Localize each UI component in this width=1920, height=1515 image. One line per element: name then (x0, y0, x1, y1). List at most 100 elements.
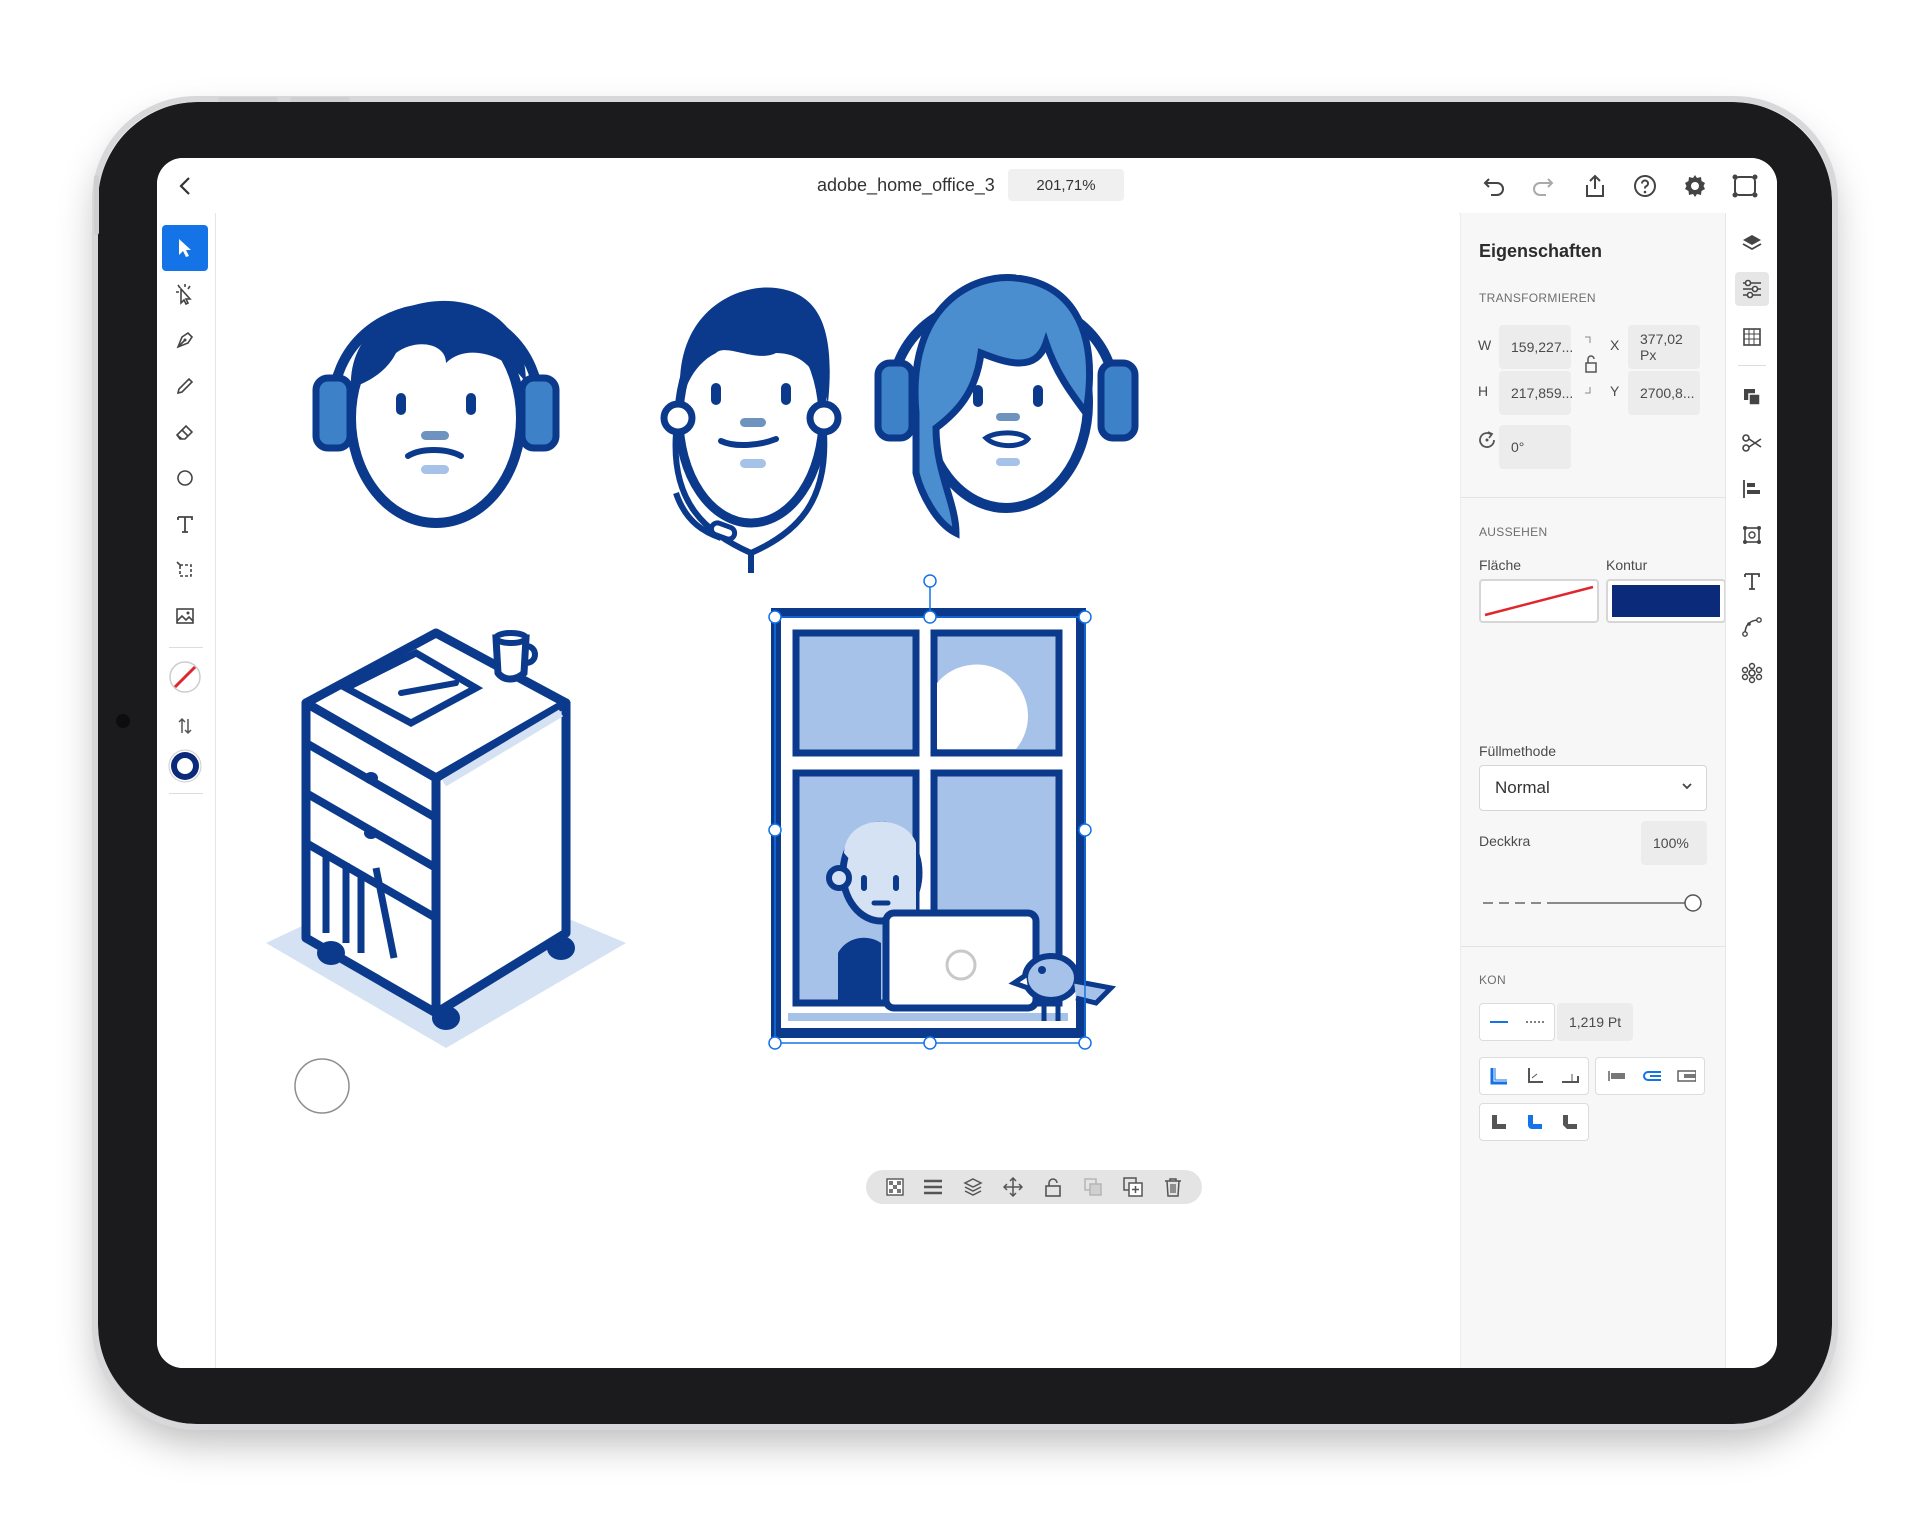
appearance-section-title: AUSSEHEN (1479, 525, 1548, 539)
trash-icon[interactable] (1161, 1175, 1185, 1199)
stroke-weight-field[interactable]: 1,219 Pt (1557, 1003, 1633, 1041)
layers-icon[interactable] (1735, 226, 1769, 260)
section-divider (1461, 497, 1726, 498)
context-task-bar (866, 1170, 1202, 1204)
tools-toolbar (157, 213, 216, 1368)
panel-title: Eigenschaften (1479, 241, 1603, 261)
back-chevron-icon[interactable] (171, 172, 199, 200)
undo-icon[interactable] (1479, 171, 1509, 201)
pathfinder-icon[interactable] (1735, 380, 1769, 414)
top-bar: adobe_home_office_3 201,71% (157, 158, 1777, 214)
headphones-man-illustration (312, 300, 560, 528)
stroke-color-fill (1612, 585, 1720, 617)
illustration-artwork (266, 273, 1139, 1114)
direct-selection-tool-icon[interactable] (162, 271, 208, 317)
opacity-label: Deckkra (1479, 833, 1531, 849)
properties-icon[interactable] (1735, 272, 1769, 306)
transform-icon[interactable] (1735, 518, 1769, 552)
crop-tool-icon[interactable] (162, 547, 208, 593)
help-icon[interactable] (1630, 171, 1660, 201)
stroke-swatch-icon[interactable] (162, 743, 208, 789)
transparency-grid-icon[interactable] (883, 1175, 907, 1199)
pen-tool-icon[interactable] (162, 317, 208, 363)
shape-tool-icon[interactable] (162, 455, 208, 501)
x-field[interactable]: 377,02 Px (1628, 325, 1700, 369)
rotation-field[interactable]: 0° (1499, 425, 1571, 469)
zoom-level[interactable]: 201,71% (1008, 169, 1124, 201)
toolbar-divider (169, 647, 203, 648)
blend-mode-select[interactable]: Normal (1479, 765, 1707, 811)
duplicate-disabled-icon (1081, 1175, 1105, 1199)
front-camera (116, 714, 130, 728)
repeat-icon[interactable] (1735, 656, 1769, 690)
move-icon[interactable] (1001, 1175, 1025, 1199)
app-screen: adobe_home_office_3 201,71% Eigenschafte… (157, 158, 1777, 1368)
opacity-field[interactable]: 100% (1641, 821, 1707, 865)
scissors-icon[interactable] (1735, 426, 1769, 460)
height-field[interactable]: 217,859... (1499, 371, 1573, 415)
artboard-canvas[interactable] (216, 213, 1459, 1368)
cap-round-icon[interactable] (1634, 1058, 1668, 1094)
proportion-lock-icon[interactable] (1582, 335, 1597, 395)
touch-shortcut-button (294, 1058, 350, 1114)
panel-rail (1725, 213, 1777, 1368)
x-label: X (1610, 337, 1620, 353)
join-bevel-icon[interactable] (1553, 1104, 1587, 1140)
power-button (94, 175, 99, 235)
width-label: W (1478, 337, 1492, 353)
cap-square-icon[interactable] (1669, 1058, 1703, 1094)
height-label: H (1478, 383, 1489, 399)
window-illustration (771, 608, 1117, 1038)
lock-icon[interactable] (1041, 1175, 1065, 1199)
settings-icon[interactable] (1680, 171, 1710, 201)
chevron-down-icon (1680, 778, 1694, 798)
section-divider (1461, 946, 1726, 947)
rotate-icon (1476, 429, 1498, 451)
blend-mode-value: Normal (1495, 778, 1550, 797)
fill-none-swatch[interactable] (1479, 579, 1599, 623)
join-round-icon[interactable] (1518, 1104, 1552, 1140)
share-icon[interactable] (1580, 171, 1610, 201)
arrange-layers-icon[interactable] (961, 1175, 985, 1199)
stroke-label: Kontur (1606, 557, 1648, 573)
solid-stroke-icon[interactable] (1482, 1004, 1516, 1040)
volume-button (290, 97, 350, 102)
document-title[interactable]: adobe_home_office_3 (817, 175, 995, 196)
toolbar-divider (169, 793, 203, 794)
join-miter-icon[interactable] (1482, 1104, 1516, 1140)
duplicate-icon[interactable] (1121, 1175, 1145, 1199)
path-icon[interactable] (1735, 610, 1769, 644)
stroke-inside-icon[interactable] (1482, 1058, 1516, 1094)
cloud-sync-icon[interactable] (1730, 171, 1760, 201)
grid-icon[interactable] (1735, 320, 1769, 354)
y-label: Y (1610, 383, 1620, 399)
contour-section-title: KON (1479, 973, 1506, 987)
y-field[interactable]: 2700,8... (1628, 371, 1700, 415)
type-panel-icon[interactable] (1735, 564, 1769, 598)
dashed-stroke-icon[interactable] (1518, 1004, 1552, 1040)
properties-panel: Eigenschaften TRANSFORMIEREN W 159,227..… (1460, 213, 1726, 1368)
redo-icon[interactable] (1528, 171, 1558, 201)
fill-none-swatch-icon[interactable] (162, 654, 208, 700)
nightstand-illustration (266, 628, 626, 1048)
align-icon[interactable] (1735, 472, 1769, 506)
headset-man-illustration (660, 287, 842, 573)
align-menu-icon[interactable] (921, 1175, 945, 1199)
type-tool-icon[interactable] (162, 501, 208, 547)
blend-mode-label: Füllmethode (1479, 743, 1557, 759)
place-image-icon[interactable] (162, 593, 208, 639)
opacity-slider[interactable] (1483, 893, 1703, 913)
stroke-type-group (1479, 1003, 1555, 1041)
cap-butt-icon[interactable] (1598, 1058, 1632, 1094)
stroke-join-group (1479, 1103, 1589, 1141)
eraser-tool-icon[interactable] (162, 409, 208, 455)
width-field[interactable]: 159,227... (1499, 325, 1573, 369)
headphones-woman-illustration (874, 273, 1139, 539)
stroke-center-icon[interactable] (1518, 1058, 1552, 1094)
selection-tool-icon[interactable] (162, 225, 208, 271)
transform-section-title: TRANSFORMIEREN (1479, 291, 1596, 305)
stroke-color-swatch[interactable] (1606, 579, 1726, 623)
pencil-tool-icon[interactable] (162, 363, 208, 409)
volume-button (218, 97, 278, 102)
stroke-outside-icon[interactable] (1553, 1058, 1587, 1094)
